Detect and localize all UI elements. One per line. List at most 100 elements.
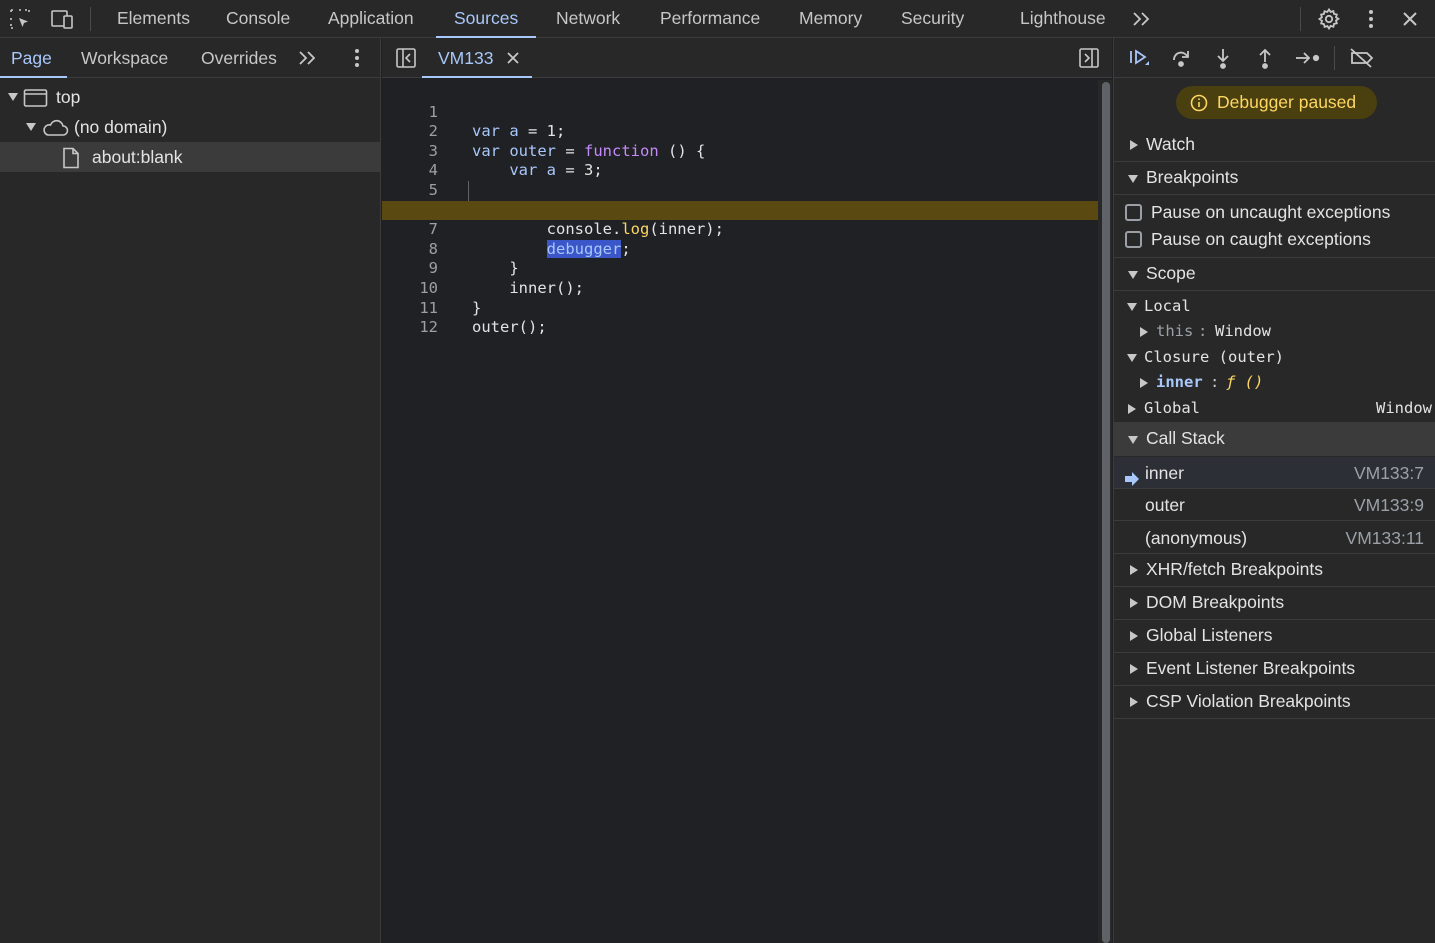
call-frame-location[interactable]: VM133:9 bbox=[1354, 489, 1424, 521]
tab-application[interactable]: Application bbox=[328, 0, 414, 38]
call-frame-anonymous[interactable]: (anonymous) VM133:11 bbox=[1114, 522, 1435, 554]
toolbar-divider bbox=[90, 7, 91, 31]
close-devtools-icon[interactable] bbox=[1396, 5, 1424, 33]
section-call-stack[interactable]: Call Stack bbox=[1114, 422, 1435, 455]
call-frame-outer[interactable]: outer VM133:9 bbox=[1114, 489, 1435, 521]
collapse-triangle-icon[interactable] bbox=[1127, 354, 1137, 362]
section-csp-violation-breakpoints[interactable]: CSP Violation Breakpoints bbox=[1114, 685, 1435, 718]
section-label: Call Stack bbox=[1146, 428, 1225, 448]
code-line: 5 var inner = function () { bbox=[382, 161, 1098, 219]
section-divider bbox=[1114, 718, 1435, 719]
section-event-listener-breakpoints[interactable]: Event Listener Breakpoints bbox=[1114, 652, 1435, 685]
collapse-triangle-icon[interactable] bbox=[1128, 436, 1138, 444]
collapse-triangle-icon[interactable] bbox=[1127, 303, 1137, 311]
code-line: 9 inner(); bbox=[382, 240, 1098, 297]
code-line: 2 var outer = function () { bbox=[382, 103, 1098, 160]
pause-caught-checkbox[interactable] bbox=[1125, 231, 1142, 248]
expand-triangle-icon[interactable] bbox=[1130, 631, 1138, 641]
section-label: Event Listener Breakpoints bbox=[1146, 658, 1356, 678]
file-tab-label: VM133 bbox=[438, 48, 494, 68]
settings-gear-icon[interactable] bbox=[1315, 5, 1343, 33]
file-icon bbox=[61, 147, 81, 178]
section-breakpoints[interactable]: Breakpoints bbox=[1114, 161, 1435, 194]
code-line: 1 var a = 1; bbox=[382, 83, 1098, 141]
step-into-icon[interactable] bbox=[1208, 44, 1238, 72]
more-tabs-icon[interactable] bbox=[1128, 5, 1156, 33]
step-over-icon[interactable] bbox=[1166, 44, 1196, 72]
kebab-menu-icon[interactable] bbox=[1357, 5, 1385, 33]
property-value: Window bbox=[1215, 322, 1271, 340]
collapse-triangle-icon[interactable] bbox=[1128, 271, 1138, 279]
expand-triangle-icon[interactable] bbox=[1130, 565, 1138, 575]
toggle-navigator-icon[interactable] bbox=[392, 44, 420, 72]
call-frame-location[interactable]: VM133:11 bbox=[1346, 522, 1424, 554]
tab-console[interactable]: Console bbox=[226, 0, 290, 38]
pause-caught-label: Pause on caught exceptions bbox=[1151, 229, 1371, 249]
expand-triangle-icon[interactable] bbox=[8, 93, 18, 101]
inspect-element-icon[interactable] bbox=[6, 5, 34, 33]
tree-item-about-blank[interactable]: about:blank bbox=[0, 142, 381, 172]
tab-overrides[interactable]: Overrides bbox=[201, 38, 277, 78]
devtools-toolbar: Elements Console Application Sources Net… bbox=[0, 0, 1435, 38]
tab-page[interactable]: Page bbox=[0, 38, 67, 78]
step-icon[interactable] bbox=[1292, 44, 1322, 72]
current-execution-line: 7 debugger; bbox=[382, 200, 1098, 258]
step-out-icon[interactable] bbox=[1250, 44, 1280, 72]
toggle-debugger-icon[interactable] bbox=[1075, 44, 1103, 72]
file-tab-vm133[interactable]: VM133 bbox=[422, 38, 532, 78]
section-xhr-breakpoints[interactable]: XHR/fetch Breakpoints bbox=[1114, 553, 1435, 586]
section-label: Scope bbox=[1146, 263, 1196, 283]
scope-global[interactable]: Global Window bbox=[1114, 396, 1435, 421]
tree-item-no-domain[interactable]: (no domain) bbox=[0, 112, 381, 142]
call-frame-name: inner bbox=[1145, 463, 1184, 483]
source-editor: VM133 1 var a = 1; 2 var outer = functio… bbox=[382, 38, 1112, 943]
scope-this[interactable]: this : Window bbox=[1114, 319, 1435, 344]
expand-triangle-icon[interactable] bbox=[26, 123, 36, 131]
tab-workspace[interactable]: Workspace bbox=[81, 38, 168, 78]
editor-scrollbar-thumb[interactable] bbox=[1102, 82, 1110, 943]
section-divider bbox=[1114, 194, 1435, 195]
tree-item-top[interactable]: top bbox=[0, 82, 381, 112]
toolbar-divider bbox=[1300, 7, 1301, 31]
tab-sources[interactable]: Sources bbox=[435, 0, 537, 38]
expand-triangle-icon[interactable] bbox=[1140, 327, 1148, 337]
tab-lighthouse[interactable]: Lighthouse bbox=[1020, 0, 1106, 38]
expand-triangle-icon[interactable] bbox=[1140, 378, 1148, 388]
debugger-controls bbox=[1114, 38, 1435, 78]
section-label: Breakpoints bbox=[1146, 167, 1239, 187]
resume-icon[interactable] bbox=[1124, 44, 1154, 72]
section-dom-breakpoints[interactable]: DOM Breakpoints bbox=[1114, 586, 1435, 619]
call-frame-name: (anonymous) bbox=[1145, 528, 1248, 548]
section-scope[interactable]: Scope bbox=[1114, 257, 1435, 290]
tab-elements[interactable]: Elements bbox=[117, 0, 190, 38]
expand-triangle-icon[interactable] bbox=[1130, 598, 1138, 608]
expand-triangle-icon[interactable] bbox=[1130, 697, 1138, 707]
collapse-triangle-icon[interactable] bbox=[1128, 175, 1138, 183]
tab-memory[interactable]: Memory bbox=[799, 0, 862, 38]
navigator-menu-icon[interactable] bbox=[343, 44, 371, 72]
section-label: CSP Violation Breakpoints bbox=[1146, 691, 1351, 711]
info-icon bbox=[1190, 94, 1208, 117]
scope-closure[interactable]: Closure (outer) bbox=[1114, 345, 1435, 370]
debugger-status: Debugger paused bbox=[1217, 92, 1357, 112]
close-tab-icon[interactable] bbox=[506, 50, 520, 70]
call-frame-location[interactable]: VM133:7 bbox=[1354, 457, 1424, 489]
line-number[interactable]: 12 bbox=[382, 318, 438, 338]
scope-inner[interactable]: inner : ƒ () bbox=[1114, 370, 1435, 395]
section-watch[interactable]: Watch bbox=[1114, 128, 1435, 161]
expand-triangle-icon[interactable] bbox=[1130, 664, 1138, 674]
deactivate-breakpoints-icon[interactable] bbox=[1347, 44, 1377, 72]
tab-network[interactable]: Network bbox=[556, 0, 620, 38]
navigator-tabs: Page Workspace Overrides bbox=[0, 38, 381, 78]
tab-performance[interactable]: Performance bbox=[660, 0, 760, 38]
pause-uncaught-checkbox[interactable] bbox=[1125, 204, 1142, 221]
more-tabs-icon[interactable] bbox=[294, 44, 322, 72]
tab-security[interactable]: Security bbox=[901, 0, 964, 38]
scope-local[interactable]: Local bbox=[1114, 294, 1435, 319]
call-frame-inner[interactable]: inner VM133:7 bbox=[1114, 457, 1435, 489]
section-global-listeners[interactable]: Global Listeners bbox=[1114, 619, 1435, 652]
expand-triangle-icon[interactable] bbox=[1130, 140, 1138, 150]
device-toolbar-icon[interactable] bbox=[48, 5, 76, 33]
expand-triangle-icon[interactable] bbox=[1128, 404, 1136, 414]
toolbar-divider bbox=[1334, 46, 1335, 70]
